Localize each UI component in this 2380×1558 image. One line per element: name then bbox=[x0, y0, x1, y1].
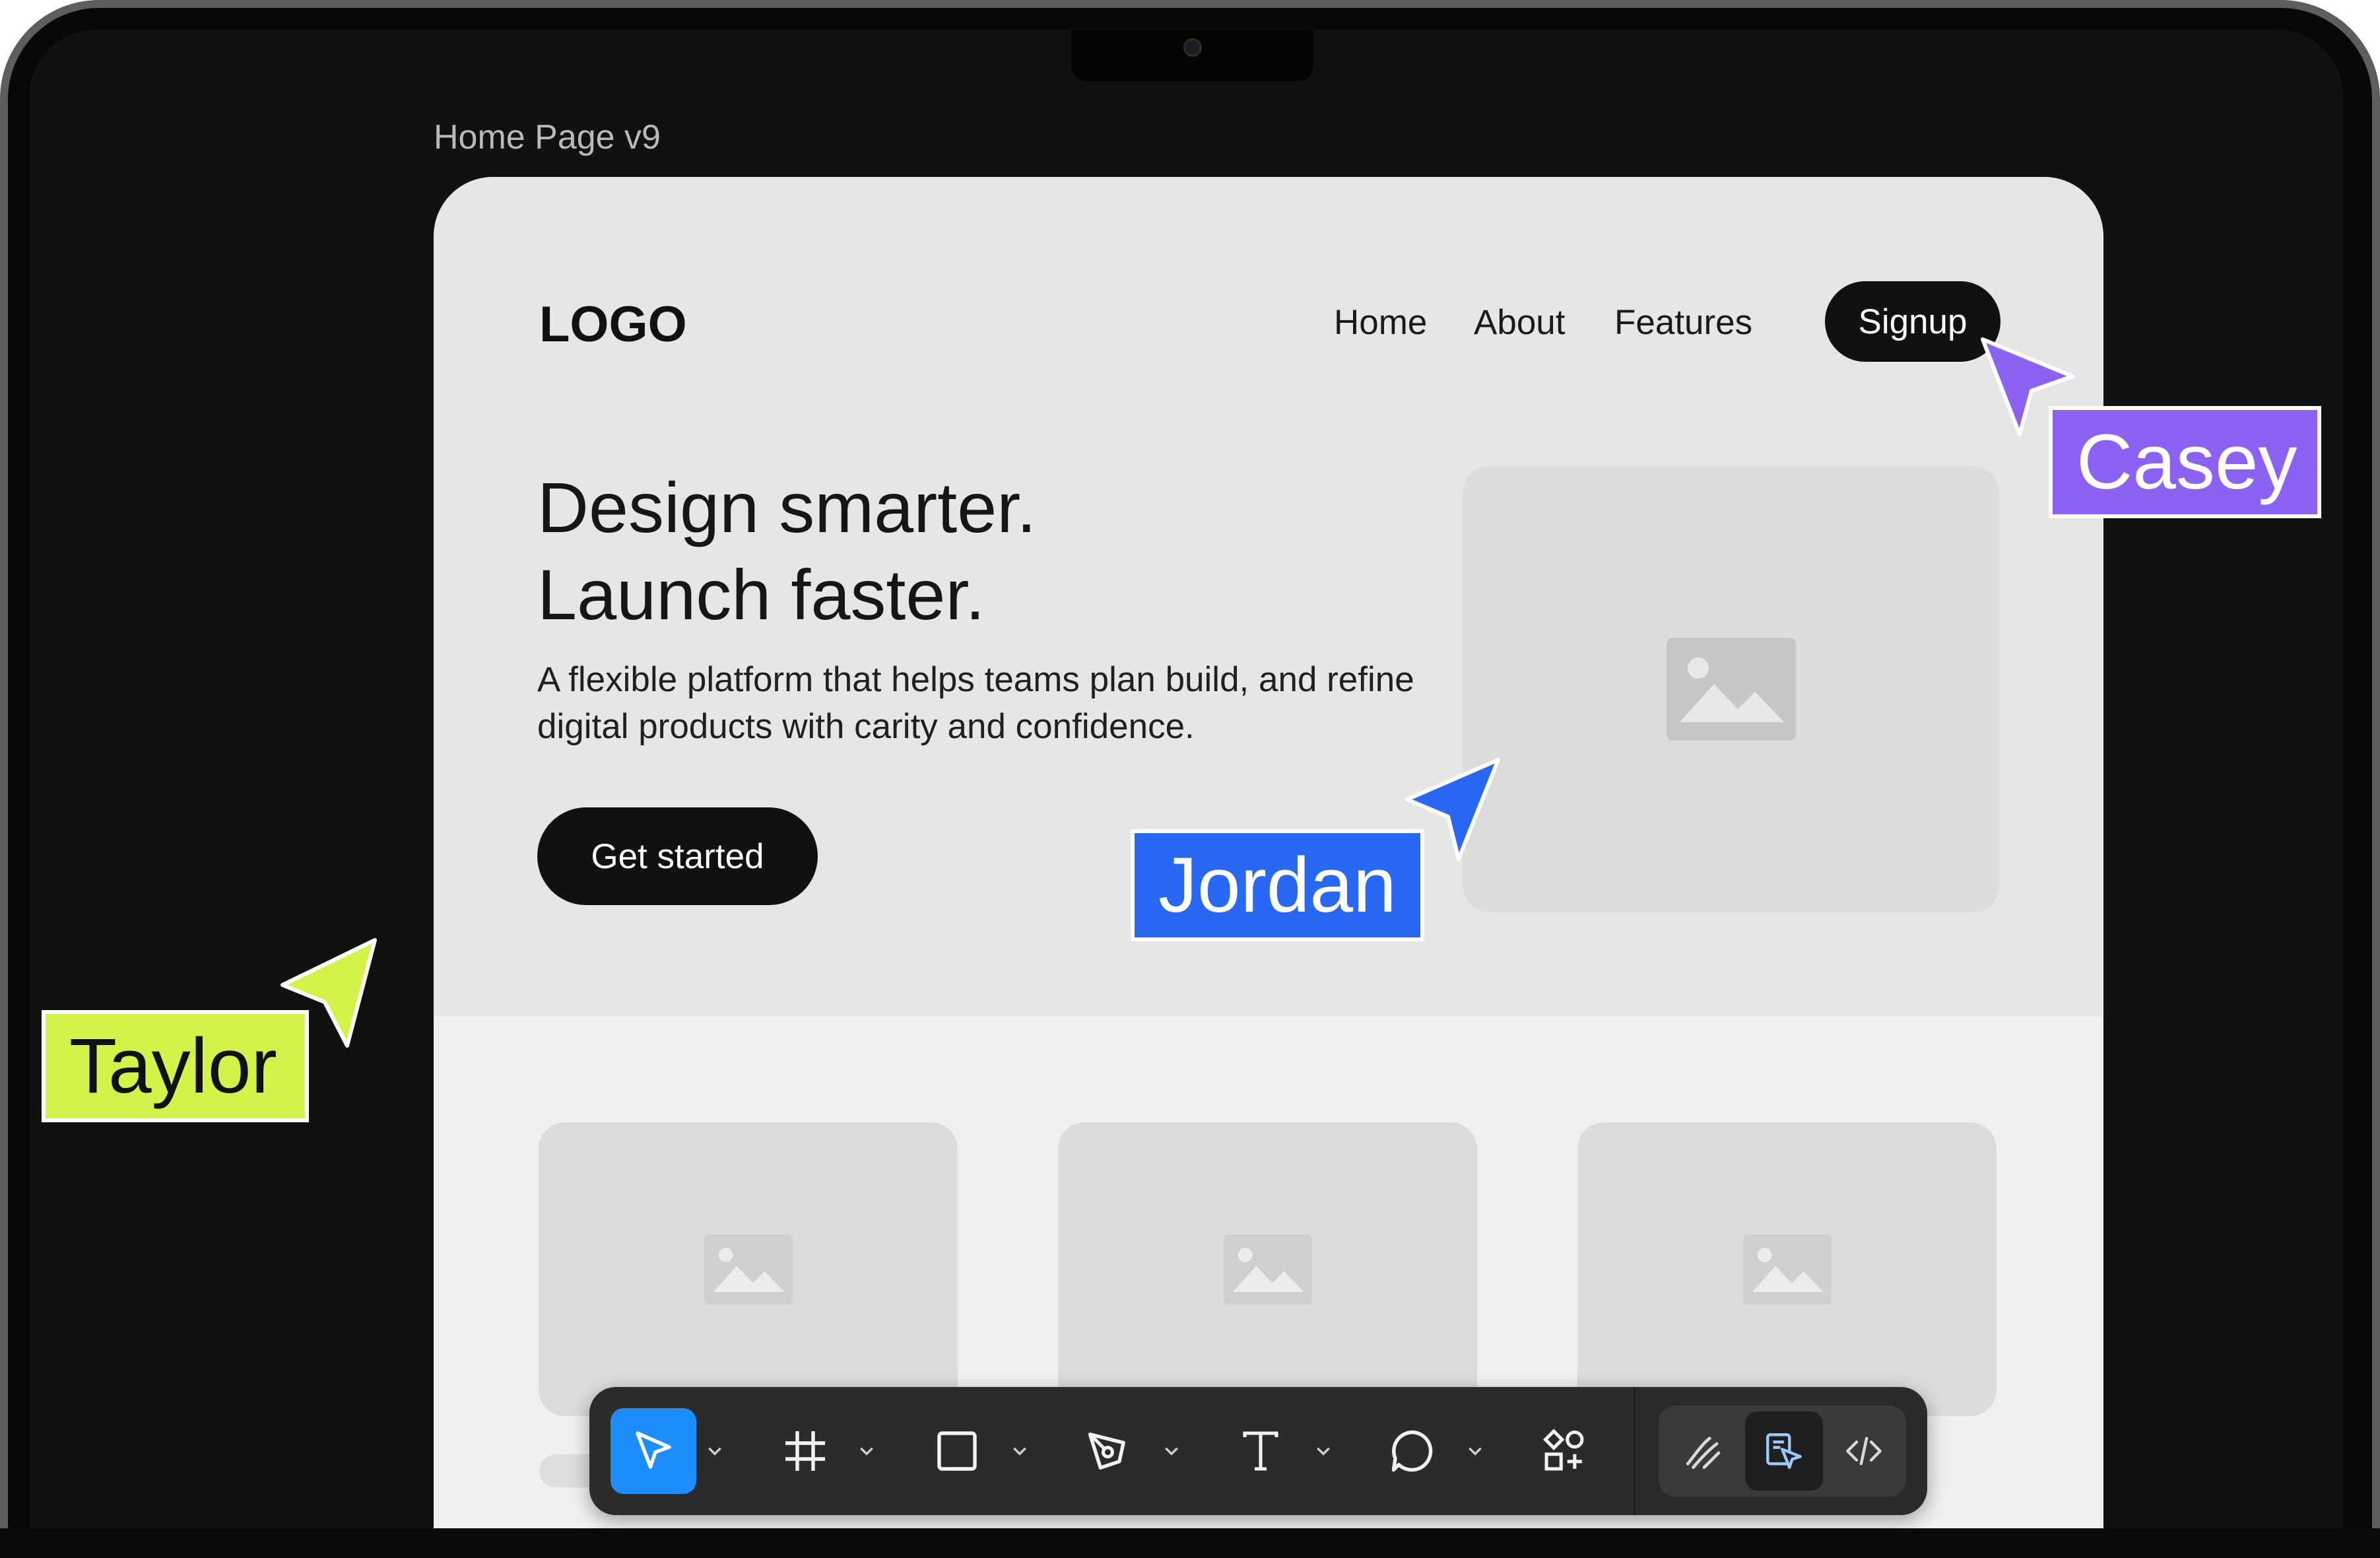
design-mode-button[interactable] bbox=[1745, 1411, 1823, 1491]
feature-card-image[interactable] bbox=[1577, 1122, 1997, 1416]
code-mode-button[interactable] bbox=[1825, 1411, 1903, 1491]
pen-icon bbox=[1088, 1432, 1125, 1470]
chevron-down-icon bbox=[1317, 1447, 1330, 1456]
components-tool-button[interactable] bbox=[1521, 1408, 1607, 1494]
get-started-button[interactable]: Get started bbox=[537, 807, 818, 905]
draw-mode-button[interactable] bbox=[1665, 1411, 1743, 1491]
toolbar-divider bbox=[1634, 1387, 1636, 1515]
hero-image-placeholder[interactable] bbox=[1463, 466, 1999, 912]
rectangle-icon bbox=[937, 1431, 977, 1471]
move-tool-button[interactable] bbox=[611, 1408, 696, 1494]
nav-home[interactable]: Home bbox=[1334, 302, 1427, 343]
components-icon bbox=[1542, 1429, 1584, 1471]
feature-card-image[interactable] bbox=[539, 1122, 958, 1416]
nav-features[interactable]: Features bbox=[1614, 302, 1752, 343]
code-icon bbox=[1846, 1437, 1882, 1466]
text-icon bbox=[1243, 1431, 1278, 1471]
image-icon bbox=[1666, 638, 1796, 741]
move-tool-dropdown[interactable] bbox=[702, 1408, 728, 1494]
text-tool-dropdown[interactable] bbox=[1310, 1408, 1337, 1494]
draw-icon bbox=[1686, 1437, 1721, 1470]
laptop-bottom-edge bbox=[0, 1528, 2380, 1558]
cursor-label-jordan: Jordan bbox=[1131, 829, 1424, 941]
frame-tool-dropdown[interactable] bbox=[853, 1408, 880, 1494]
rectangle-tool-button[interactable] bbox=[914, 1408, 1000, 1494]
chevron-down-icon bbox=[860, 1447, 873, 1456]
image-icon bbox=[1742, 1234, 1832, 1304]
image-icon bbox=[704, 1234, 793, 1304]
move-cursor-icon bbox=[636, 1431, 671, 1469]
comment-tool-button[interactable] bbox=[1370, 1408, 1455, 1494]
camera-icon bbox=[1183, 38, 1202, 57]
rectangle-tool-dropdown[interactable] bbox=[1007, 1408, 1033, 1494]
comment-icon bbox=[1391, 1430, 1433, 1472]
cursor-label-casey: Casey bbox=[2049, 406, 2321, 518]
cursor-label-taylor: Taylor bbox=[42, 1010, 309, 1122]
tool-bar bbox=[589, 1387, 1927, 1515]
text-tool-button[interactable] bbox=[1218, 1408, 1304, 1494]
chevron-down-icon bbox=[1165, 1447, 1178, 1456]
pen-tool-button[interactable] bbox=[1066, 1408, 1152, 1494]
hero-subtext[interactable]: A flexible platform that helps teams pla… bbox=[537, 656, 1435, 750]
hero-headline[interactable]: Design smarter. Launch faster. bbox=[537, 464, 1036, 638]
feature-card-image[interactable] bbox=[1058, 1122, 1477, 1416]
design-mode-icon bbox=[1766, 1433, 1802, 1469]
comment-tool-dropdown[interactable] bbox=[1462, 1408, 1488, 1494]
signup-button[interactable]: Signup bbox=[1825, 281, 2000, 362]
pen-tool-dropdown[interactable] bbox=[1158, 1408, 1185, 1494]
frame-label[interactable]: Home Page v9 bbox=[434, 118, 661, 157]
frame-icon bbox=[785, 1431, 825, 1471]
page-logo[interactable]: LOGO bbox=[539, 296, 687, 353]
chevron-down-icon bbox=[1469, 1447, 1482, 1456]
nav-about[interactable]: About bbox=[1474, 302, 1566, 343]
headline-line-2: Launch faster. bbox=[537, 555, 985, 634]
chevron-down-icon bbox=[1013, 1447, 1026, 1456]
image-icon bbox=[1223, 1234, 1312, 1304]
headline-line-1: Design smarter. bbox=[537, 467, 1037, 547]
mode-switcher bbox=[1659, 1406, 1906, 1497]
frame-tool-button[interactable] bbox=[762, 1408, 848, 1494]
chevron-down-icon bbox=[708, 1447, 721, 1456]
